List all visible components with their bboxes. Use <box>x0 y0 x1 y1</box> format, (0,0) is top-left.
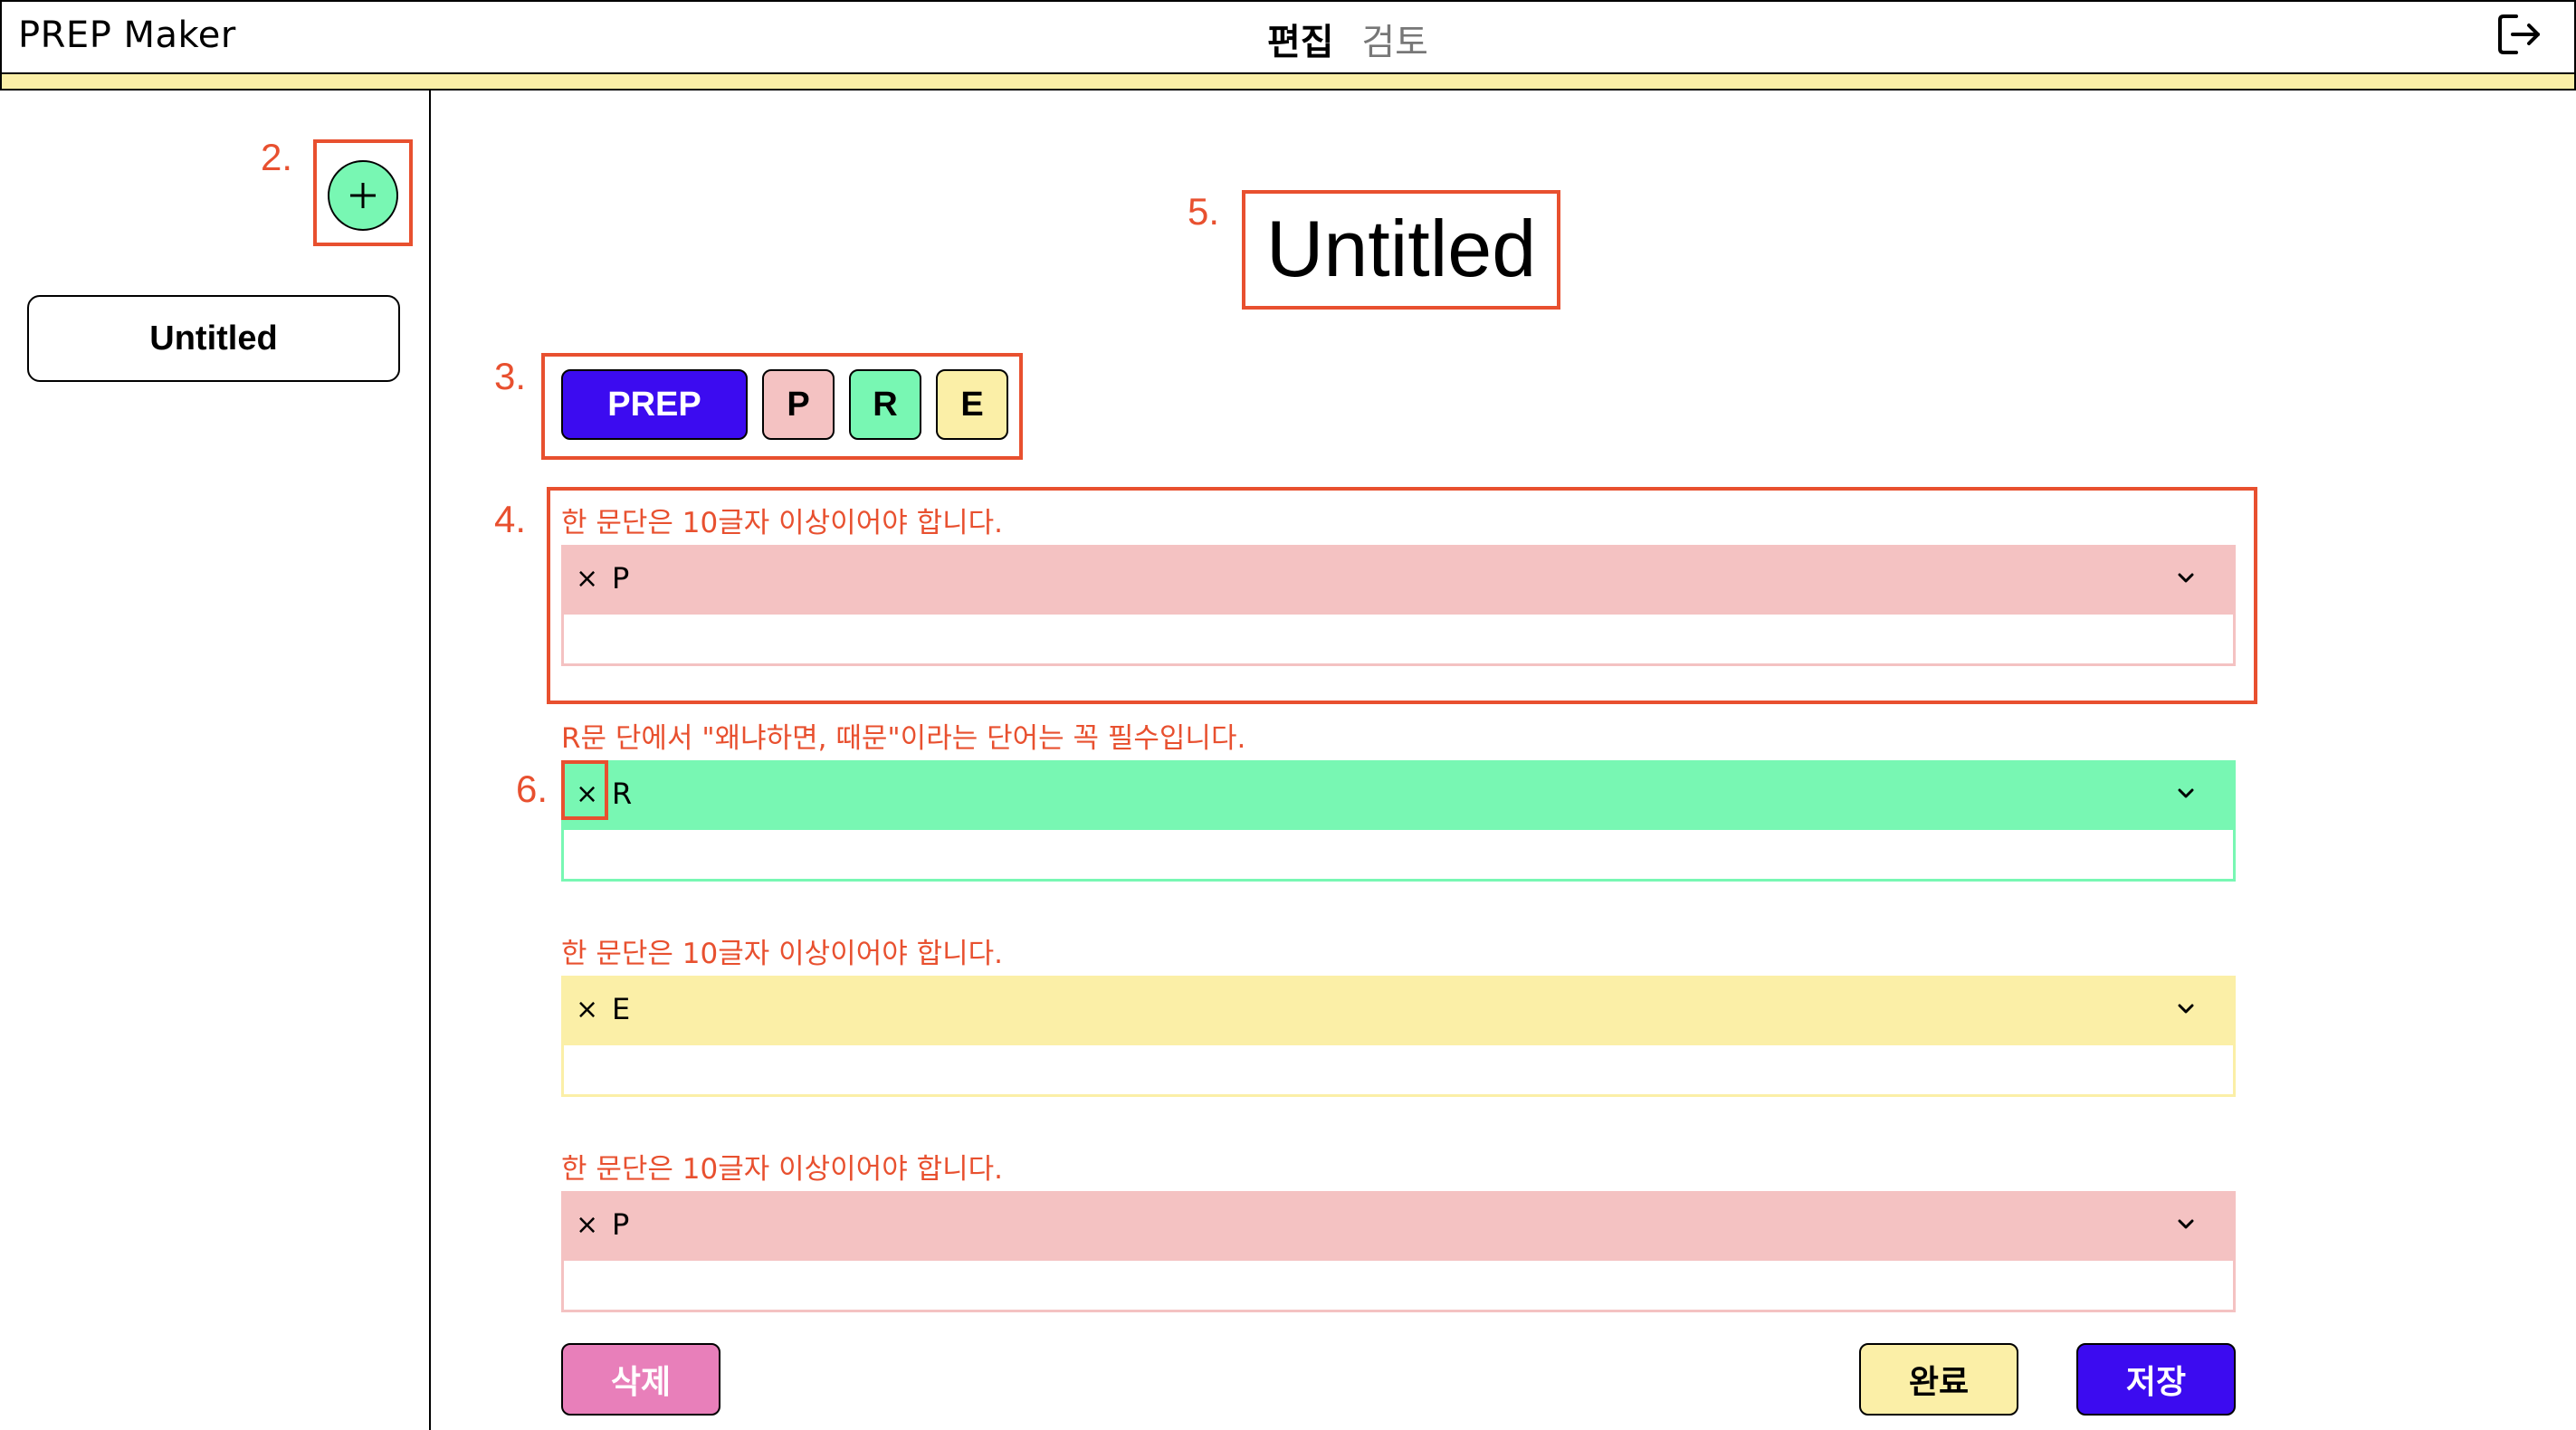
annotation-box <box>541 353 1023 460</box>
paragraph-header-e[interactable]: × E <box>561 976 2236 1043</box>
done-button[interactable]: 완료 <box>1859 1343 2018 1416</box>
remove-paragraph-button[interactable]: × <box>576 1209 598 1241</box>
paragraph-input[interactable] <box>561 827 2236 882</box>
annotation-box <box>547 487 2257 704</box>
paragraph-type-label: R <box>612 777 633 811</box>
sidebar-document-item[interactable]: Untitled <box>27 295 400 382</box>
annotation-number: 2. <box>261 136 293 178</box>
annotation-number: 5. <box>1188 190 1220 233</box>
tab-edit[interactable]: 편집 <box>1267 22 1334 63</box>
annotation-number: 4. <box>494 498 527 540</box>
sidebar <box>0 91 431 1430</box>
logout-icon[interactable] <box>2495 9 2545 60</box>
paragraph-warning: 한 문단은 10글자 이상이어야 합니다. <box>561 1153 1003 1186</box>
tab-review[interactable]: 검토 <box>1361 22 1428 63</box>
header-accent-strip <box>0 72 2576 91</box>
remove-paragraph-button[interactable]: × <box>576 994 598 1025</box>
chevron-down-icon[interactable] <box>2172 996 2199 1023</box>
paragraph-warning: 한 문단은 10글자 이상이어야 합니다. <box>561 938 1003 970</box>
paragraph-header-r[interactable]: × R <box>561 760 2236 827</box>
paragraph-type-label: P <box>612 1207 630 1242</box>
paragraph-header-p[interactable]: × P <box>561 1191 2236 1258</box>
top-bar: PREP Maker 편집 검토 <box>0 0 2576 72</box>
paragraph-warning: R문 단에서 "왜냐하면, 때문"이라는 단어는 꼭 필수입니다. <box>561 722 1246 755</box>
save-button[interactable]: 저장 <box>2076 1343 2236 1416</box>
mode-tabs: 편집 검토 <box>1267 13 1445 65</box>
chevron-down-icon[interactable] <box>2172 1211 2199 1238</box>
chevron-down-icon[interactable] <box>2172 780 2199 807</box>
paragraph-type-label: E <box>612 992 631 1026</box>
annotation-number: 6. <box>516 767 549 810</box>
paragraph-input[interactable] <box>561 1258 2236 1312</box>
annotation-number: 3. <box>494 355 527 397</box>
annotation-box <box>1242 190 1560 310</box>
paragraph-input[interactable] <box>561 1043 2236 1097</box>
annotation-box <box>313 139 413 246</box>
app-title: PREP Maker <box>18 14 236 56</box>
delete-button[interactable]: 삭제 <box>561 1343 720 1416</box>
annotation-box <box>561 760 608 820</box>
